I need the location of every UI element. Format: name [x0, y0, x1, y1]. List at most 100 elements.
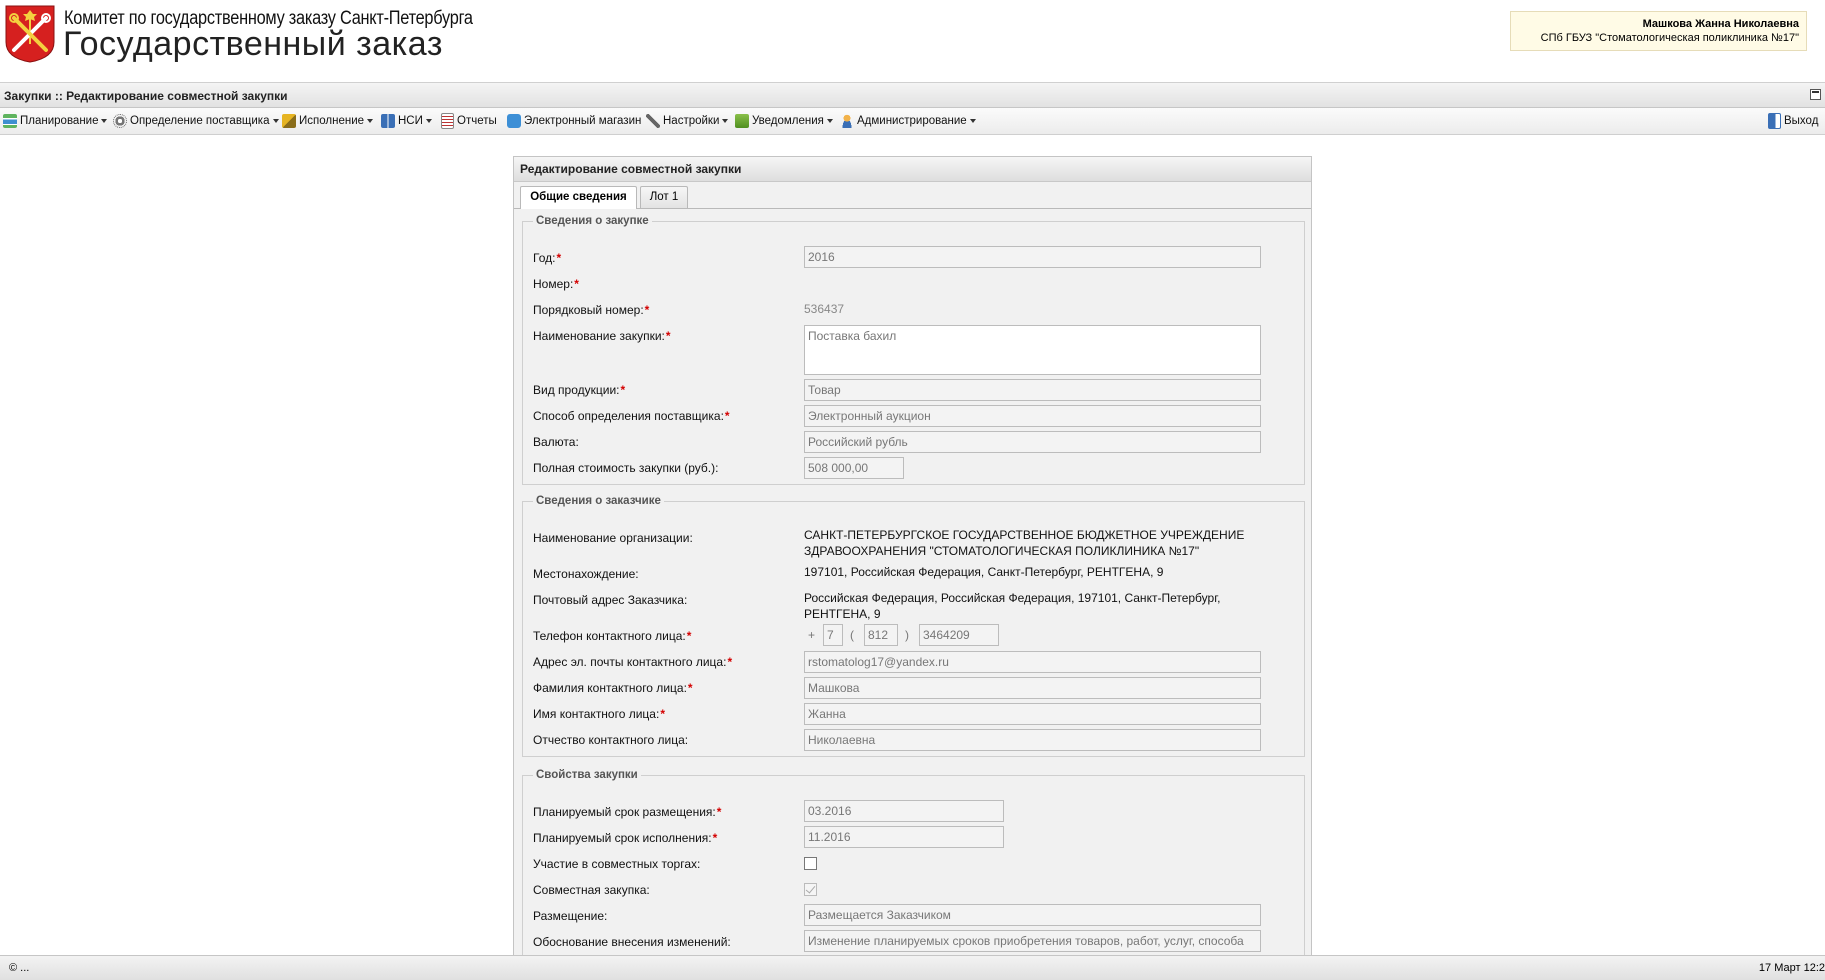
- user-info-box[interactable]: Машкова Жанна Николаевна СПб ГБУЗ "Стома…: [1510, 11, 1807, 51]
- breadcrumb: Закупки :: Редактирование совместной зак…: [4, 89, 288, 103]
- edit-joint-purchase-panel: Редактирование совместной закупки Общие …: [513, 156, 1312, 956]
- total-cost-field[interactable]: 508 000,00: [804, 457, 904, 479]
- breadcrumb-bar: Закупки :: Редактирование совместной зак…: [0, 83, 1825, 108]
- checkmark-icon: [805, 883, 816, 894]
- user-name: Машкова Жанна Николаевна: [1642, 18, 1799, 30]
- status-datetime: 17 Март 12:2: [1758, 962, 1825, 974]
- menu-settings[interactable]: Настройки: [646, 113, 729, 129]
- year-label: Год:*: [533, 251, 562, 265]
- product-type-field[interactable]: Товар: [804, 379, 1261, 401]
- supplier-method-field[interactable]: Электронный аукцион: [804, 405, 1261, 427]
- purchase-name-textarea[interactable]: Поставка бахил: [804, 325, 1261, 375]
- placement-label: Размещение:: [533, 909, 608, 923]
- chevron-down-icon: [101, 119, 108, 123]
- organization-name-label: Наименование организации:: [533, 531, 693, 545]
- customer-info-section: Сведения о заказчике Наименование органи…: [522, 495, 1305, 757]
- product-type-label: Вид продукции:*: [533, 383, 626, 397]
- planning-icon: [3, 114, 17, 128]
- status-left-text: © ...: [9, 962, 30, 974]
- chevron-down-icon: [367, 119, 374, 123]
- menu-supplier-determination[interactable]: Определение поставщика: [113, 113, 279, 129]
- contact-email-label: Адрес эл. почты контактного лица:*: [533, 655, 733, 669]
- execution-icon: [282, 114, 296, 128]
- chevron-down-icon: [826, 119, 833, 123]
- execution-date-label: Планируемый срок исполнения:*: [533, 831, 718, 845]
- currency-field[interactable]: Российский рубль: [804, 431, 1261, 453]
- sequence-number-label: Порядковый номер:*: [533, 303, 650, 317]
- menu-e-shop[interactable]: Электронный магазин: [507, 113, 641, 129]
- status-bar: © ... 17 Март 12:2: [0, 955, 1825, 980]
- placement-field[interactable]: Размещается Заказчиком: [804, 904, 1261, 926]
- location-label: Местонахождение:: [533, 567, 639, 581]
- gear-icon: [113, 114, 127, 128]
- app-title: Государственный заказ: [63, 25, 443, 63]
- postal-address-label: Почтовый адрес Заказчика:: [533, 593, 688, 607]
- chevron-down-icon: [425, 119, 432, 123]
- tab-general-info[interactable]: Общие сведения: [520, 186, 637, 209]
- contact-phone-label: Телефон контактного лица:*: [533, 629, 692, 643]
- currency-label: Валюта:: [533, 435, 579, 449]
- section-legend: Свойства закупки: [536, 769, 638, 781]
- menu-nsi[interactable]: НСИ: [381, 113, 432, 129]
- chevron-down-icon: [969, 119, 976, 123]
- change-reason-label: Обоснование внесения изменений:: [533, 935, 731, 949]
- report-icon: [441, 113, 454, 129]
- contact-firstname-label: Имя контактного лица:*: [533, 707, 665, 721]
- contact-firstname-field[interactable]: Жанна: [804, 703, 1261, 725]
- tab-strip: Общие сведения Лот 1: [514, 182, 1311, 209]
- menu-reports[interactable]: Отчеты: [441, 113, 497, 129]
- phone-country-code-field[interactable]: 7: [823, 624, 843, 646]
- cart-icon: [507, 114, 521, 128]
- notification-icon: [735, 114, 749, 128]
- tab-lot-1[interactable]: Лот 1: [640, 186, 688, 208]
- placement-date-field[interactable]: 03.2016: [804, 800, 1004, 822]
- app-header: Комитет по государственному заказу Санкт…: [0, 0, 1825, 83]
- placement-date-label: Планируемый срок размещения:*: [533, 805, 722, 819]
- joint-purchase-checkbox[interactable]: [804, 883, 817, 896]
- phone-close-paren: ): [905, 628, 909, 642]
- location-value: 197101, Российская Федерация, Санкт-Пете…: [804, 565, 1164, 579]
- logout-icon: [1768, 113, 1781, 129]
- contact-email-field[interactable]: rstomatolog17@yandex.ru: [804, 651, 1261, 673]
- joint-trading-checkbox[interactable]: [804, 857, 817, 870]
- phone-area-code-field[interactable]: 812: [864, 624, 898, 646]
- collapse-header-button[interactable]: [1810, 89, 1821, 100]
- postal-address-value: Российская Федерация, Российская Федерац…: [804, 591, 1221, 621]
- section-legend: Сведения о закупке: [536, 215, 649, 227]
- number-label: Номер:*: [533, 277, 579, 291]
- sequence-number-value: 536437: [804, 302, 845, 316]
- chevron-down-icon: [272, 119, 279, 123]
- purchase-info-section: Сведения о закупке Год:* 2016 Номер:* По…: [522, 215, 1305, 485]
- user-icon: [840, 114, 854, 128]
- book-icon: [381, 114, 395, 128]
- spb-coat-of-arms-logo: [5, 5, 55, 63]
- chevron-down-icon: [722, 119, 729, 123]
- total-cost-label: Полная стоимость закупки (руб.):: [533, 461, 719, 475]
- phone-open-paren: (: [850, 628, 854, 642]
- change-reason-field[interactable]: Изменение планируемых сроков приобретени…: [804, 930, 1261, 952]
- panel-title: Редактирование совместной закупки: [514, 157, 1311, 182]
- supplier-method-label: Способ определения поставщика:*: [533, 409, 730, 423]
- main-menu-toolbar: Планирование Определение поставщика Испо…: [0, 108, 1825, 135]
- menu-execution[interactable]: Исполнение: [282, 113, 374, 129]
- menu-administration[interactable]: Администрирование: [840, 113, 976, 129]
- joint-trading-label: Участие в совместных торгах:: [533, 857, 701, 871]
- contact-patronymic-label: Отчество контактного лица:: [533, 733, 689, 747]
- section-legend: Сведения о заказчике: [536, 495, 661, 507]
- organization-name-value: САНКТ-ПЕТЕРБУРГСКОЕ ГОСУДАРСТВЕННОЕ БЮДЖ…: [804, 528, 1245, 558]
- menu-planning[interactable]: Планирование: [3, 113, 108, 129]
- phone-number-field[interactable]: 3464209: [919, 624, 999, 646]
- wrench-icon: [646, 114, 660, 128]
- phone-plus: +: [808, 628, 816, 642]
- purchase-name-label: Наименование закупки:*: [533, 329, 671, 343]
- year-field[interactable]: 2016: [804, 246, 1261, 268]
- contact-lastname-label: Фамилия контактного лица:*: [533, 681, 693, 695]
- user-organization: СПб ГБУЗ "Стоматологическая поликлиника …: [1540, 32, 1799, 44]
- logout-button[interactable]: Выход: [1768, 113, 1818, 129]
- execution-date-field[interactable]: 11.2016: [804, 826, 1004, 848]
- menu-notifications[interactable]: Уведомления: [735, 113, 833, 129]
- contact-lastname-field[interactable]: Машкова: [804, 677, 1261, 699]
- joint-purchase-label: Совместная закупка:: [533, 883, 650, 897]
- contact-patronymic-field[interactable]: Николаевна: [804, 729, 1261, 751]
- purchase-properties-section: Свойства закупки Планируемый срок размещ…: [522, 769, 1305, 955]
